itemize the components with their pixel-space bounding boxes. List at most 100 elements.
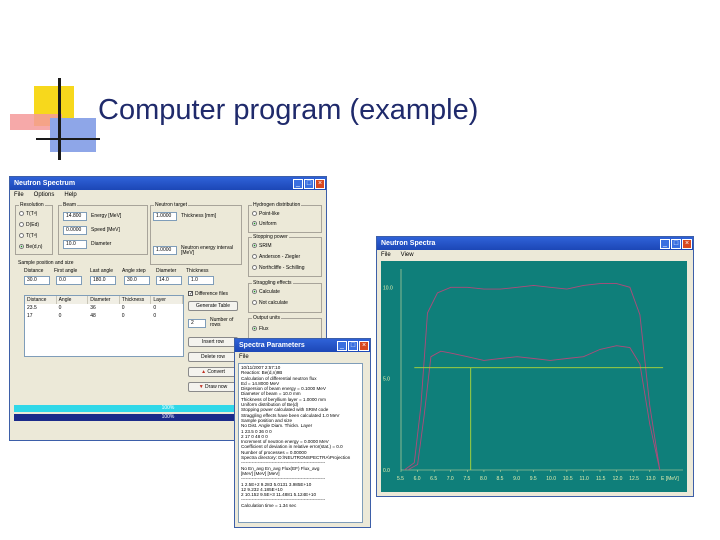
x-tick-label: 7.0 — [447, 476, 454, 482]
straggling-option-notcalc[interactable]: Not calculate — [252, 300, 288, 306]
output-label: Output units — [252, 315, 281, 321]
resolution-option-2[interactable]: D(Ed) — [19, 222, 39, 228]
output-option-flux[interactable]: Flux — [252, 326, 268, 332]
sample-thickness-input[interactable]: 1.0 — [188, 276, 214, 285]
straggling-label: Straggling effects — [252, 280, 293, 286]
menu-file[interactable]: File — [381, 252, 391, 258]
x-tick-label: 9.5 — [530, 476, 537, 482]
sample-header: Distance — [24, 268, 44, 274]
beam-diameter-input[interactable]: 10.0 — [63, 240, 87, 249]
main-window-title: Neutron Spectrum — [14, 180, 76, 187]
deco-blue-square — [50, 118, 96, 152]
resolution-option-4[interactable]: Be(d,n) — [19, 244, 42, 250]
delete-row-button[interactable]: Delete row — [188, 352, 238, 362]
deco-vertical-line — [58, 78, 61, 160]
sample-diameter-input[interactable]: 14.0 — [156, 276, 182, 285]
straggling-option-calc[interactable]: Calculate — [252, 289, 280, 295]
table-cell[interactable]: 36 — [88, 304, 120, 312]
resolution-option-3[interactable]: T(Tᵈ) — [19, 233, 37, 239]
resolution-option-1[interactable]: T(Tᵈ) — [19, 211, 37, 217]
menu-file[interactable]: File — [239, 354, 249, 360]
beam-label: Beam — [62, 202, 78, 208]
minimize-icon[interactable]: _ — [660, 238, 670, 249]
generate-table-button[interactable]: Generate Table — [188, 301, 238, 311]
x-tick-label: 9.0 — [513, 476, 520, 482]
sample-angle-step-input[interactable]: 30.0 — [124, 276, 150, 285]
table-header[interactable]: Thickness — [119, 296, 152, 304]
beam-speed-input[interactable]: 0.0000 — [63, 226, 87, 235]
params-line: Coefficient of deviation in relative err… — [241, 444, 343, 450]
menu-view[interactable]: View — [401, 252, 414, 258]
x-tick-label: 8.0 — [480, 476, 487, 482]
resolution-label: Resolution — [19, 202, 45, 208]
table-cell[interactable]: 48 — [88, 312, 120, 320]
table-cell[interactable]: 0 — [57, 312, 89, 320]
maximize-icon[interactable]: □ — [671, 238, 681, 249]
y-tick-label: 0.0 — [383, 468, 390, 474]
stopping-power-label: Stopping power — [252, 234, 289, 240]
table-header[interactable]: Angle — [56, 296, 89, 304]
chart-window-title: Neutron Spectra — [381, 240, 436, 247]
table-row[interactable]: 17 0 48 0 0 — [25, 312, 183, 320]
sample-distance-input[interactable]: 30.0 — [24, 276, 50, 285]
rows-number-input[interactable]: 2 — [188, 319, 206, 328]
plot-area[interactable]: 10.0 5.0 0.0 5.5 6.0 6.5 7.0 7.5 8.0 8.5 9.0 9.5 10.… — [381, 261, 687, 492]
convert-button[interactable]: ▲ Convert — [188, 367, 238, 377]
stopping-option-northcliffe[interactable]: Northcliffe - Schilling — [252, 265, 304, 271]
output-group: Output units Flux — [248, 315, 322, 340]
sample-header: Thickness — [186, 268, 209, 274]
table-cell[interactable]: 0 — [57, 304, 89, 312]
x-tick-label: 8.5 — [497, 476, 504, 482]
table-cell[interactable]: 0 — [120, 312, 152, 320]
close-icon[interactable]: × — [359, 340, 369, 351]
main-menubar: File Options Help — [10, 190, 326, 200]
params-menubar: File — [235, 352, 370, 362]
maximize-icon[interactable]: □ — [304, 178, 314, 189]
chart-titlebar[interactable]: Neutron Spectra _ □ × — [377, 237, 693, 250]
sample-header: Last angle — [90, 268, 114, 274]
neutron-energy-input[interactable]: 1.0000 — [153, 246, 177, 255]
minimize-icon[interactable]: _ — [337, 340, 347, 351]
menu-help[interactable]: Help — [64, 192, 76, 198]
table-row[interactable]: 23.5 0 36 0 0 — [25, 304, 183, 312]
chart-menubar: File View — [377, 250, 693, 260]
sample-last-angle-input[interactable]: 180.0 — [90, 276, 116, 285]
hydrogen-label: Hydrogen distribution — [252, 202, 302, 208]
main-titlebar[interactable]: Neutron Spectrum _ □ × — [10, 177, 326, 190]
close-icon[interactable]: × — [315, 178, 325, 189]
beam-energy-input[interactable]: 14.800 — [63, 212, 87, 221]
table-header[interactable]: Layer — [151, 296, 183, 304]
stopping-power-group: Stopping power SRIM Anderson - Ziegler N… — [248, 234, 322, 277]
minimize-icon[interactable]: _ — [293, 178, 303, 189]
beam-energy-label: Energy [MeV] — [91, 213, 122, 219]
hydrogen-option-point[interactable]: Point-like — [252, 211, 280, 217]
series-line — [404, 283, 661, 471]
insert-row-button[interactable]: Insert row — [188, 337, 238, 347]
params-text-area[interactable]: 10/11/2007 2:57:10 Reaction: Be(d,n)9B Cal… — [238, 363, 363, 523]
stopping-option-anderson[interactable]: Anderson - Ziegler — [252, 254, 300, 260]
sample-first-angle-input[interactable]: 0.0 — [56, 276, 82, 285]
maximize-icon[interactable]: □ — [348, 340, 358, 351]
table-cell[interactable]: 23.5 — [25, 304, 57, 312]
table-cell[interactable]: 0 — [151, 304, 183, 312]
stopping-option-srim[interactable]: SRIM — [252, 243, 272, 249]
hydrogen-option-uniform[interactable]: Uniform — [252, 221, 277, 227]
draw-now-button[interactable]: ▼ Draw now — [188, 382, 238, 392]
x-unit-label: E [MeV] — [661, 476, 679, 482]
menu-options[interactable]: Options — [34, 192, 55, 198]
table-cell[interactable]: 0 — [120, 304, 152, 312]
layers-table[interactable]: Distance Angle Diameter Thickness Layer … — [24, 295, 184, 357]
table-header[interactable]: Diameter — [88, 296, 120, 304]
difference-files-checkbox[interactable]: ✓ Difference files — [188, 291, 228, 297]
table-cell[interactable]: 0 — [151, 312, 183, 320]
x-tick-label: 11.0 — [579, 476, 589, 482]
target-thickness-label: Thickness [mm] — [181, 213, 217, 219]
table-header-row: Distance Angle Diameter Thickness Layer — [25, 296, 183, 304]
params-titlebar[interactable]: Spectra Parameters _ □ × — [235, 339, 370, 352]
target-thickness-input[interactable]: 1.0000 — [153, 212, 177, 221]
close-icon[interactable]: × — [682, 238, 692, 249]
menu-file[interactable]: File — [14, 192, 24, 198]
deco-horizontal-line — [36, 138, 100, 140]
table-header[interactable]: Distance — [25, 296, 57, 304]
table-cell[interactable]: 17 — [25, 312, 57, 320]
